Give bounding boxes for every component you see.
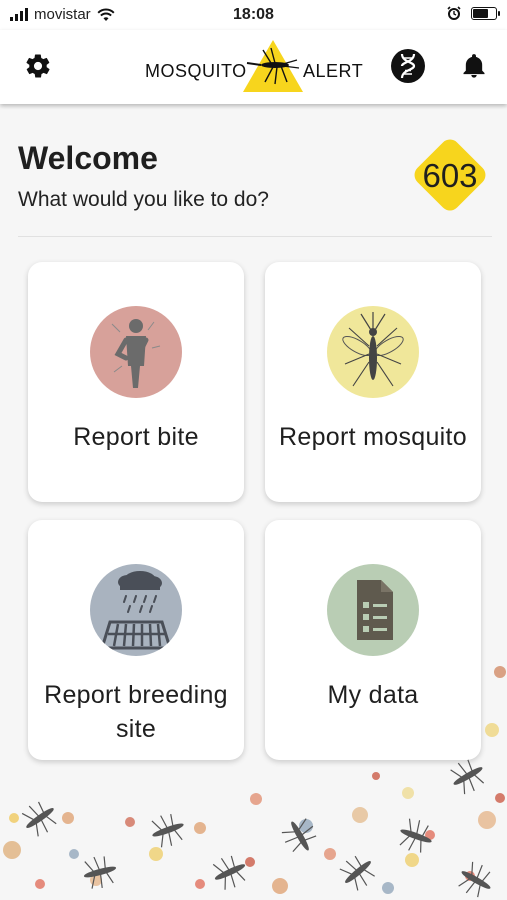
decor-mosquitoes xyxy=(21,759,491,898)
dna-icon[interactable] xyxy=(390,48,426,84)
bite-person-icon xyxy=(90,306,182,398)
decor-dots xyxy=(3,666,506,894)
welcome-title: Welcome xyxy=(18,140,158,176)
score-badge[interactable]: 603 xyxy=(410,135,490,215)
decorative-mosquito-pattern xyxy=(3,666,506,898)
divider xyxy=(18,236,492,237)
logo-triangle-icon xyxy=(243,40,303,92)
score-value: 603 xyxy=(422,157,478,194)
logo-text-mosquito: MOSQUITO xyxy=(145,61,247,81)
report-bite-label: Report bite xyxy=(73,423,199,451)
mosquito-alert-logo: MOSQUITO ALERT xyxy=(145,38,365,94)
welcome-subtitle: What would you like to do? xyxy=(18,188,269,211)
alarm-icon xyxy=(447,6,461,20)
logo-text-alert: ALERT xyxy=(303,61,364,81)
status-bar: movistar 18:08 xyxy=(0,0,507,30)
status-right xyxy=(447,6,500,20)
settings-gear-icon[interactable] xyxy=(24,52,52,80)
report-mosquito-card[interactable]: Report mosquito xyxy=(265,262,481,502)
report-bite-card[interactable]: Report bite xyxy=(28,262,244,502)
battery-icon xyxy=(471,6,500,20)
notifications-bell-icon[interactable] xyxy=(460,52,488,80)
app-bar: MOSQUITO ALERT xyxy=(0,30,507,104)
report-mosquito-label: Report mosquito xyxy=(279,423,467,451)
status-time: 18:08 xyxy=(233,6,274,23)
mosquito-icon xyxy=(327,306,419,398)
